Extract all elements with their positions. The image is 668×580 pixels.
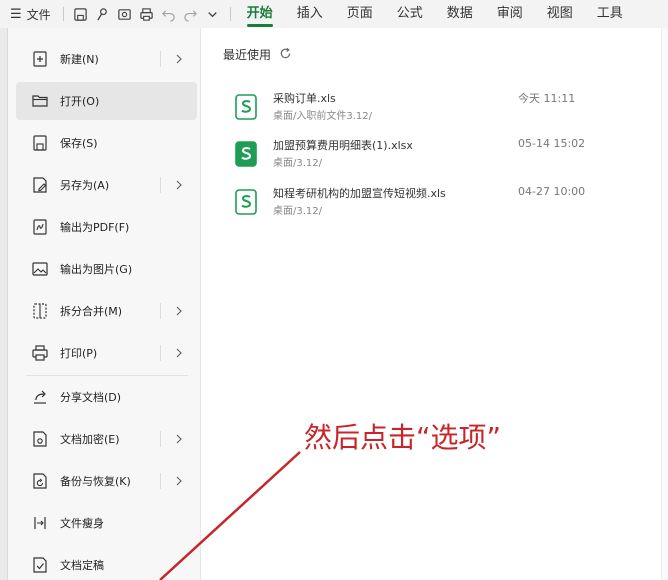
file-menu-label: 文件 (26, 7, 51, 22)
export-pdf-icon (30, 217, 50, 237)
backup-icon (30, 471, 50, 491)
finalize-icon (30, 555, 50, 575)
tab-view[interactable]: 视图 (547, 0, 573, 28)
tab-home[interactable]: 开始 (246, 0, 273, 28)
menu-divider (26, 375, 188, 376)
menu-item-label: 拆分合并(M) (60, 305, 123, 318)
file-menu-button[interactable]: ☰ 文件 (0, 0, 57, 28)
menu-item-share[interactable]: 分享文档(D) (16, 378, 197, 416)
export-image-icon (30, 259, 50, 279)
chevron-down-icon[interactable] (202, 0, 224, 28)
folder-open-icon (30, 91, 50, 111)
menu-item-label: 分享文档(D) (60, 391, 122, 404)
file-time: 05-14 15:02 (518, 137, 586, 150)
recent-file-row[interactable]: 采购订单.xls 桌面/入职前文件3.12/ 今天 11:11 (232, 88, 652, 132)
menu-item-label: 新建(N) (60, 53, 99, 66)
refresh-icon[interactable] (271, 47, 292, 63)
file-path: 桌面/3.12/ (273, 206, 323, 217)
spreadsheet-file-icon (235, 189, 257, 215)
menu-item-label: 打印(P) (60, 347, 98, 360)
save-icon[interactable] (70, 0, 92, 28)
title-toolbar: ☰ 文件 开始 插入 页面 公式 数据 审阅 视图 工具 (0, 0, 668, 28)
menu-item-export-image[interactable]: 输出为图片(G) (16, 250, 197, 288)
toolbar-divider (229, 7, 231, 21)
spreadsheet-background (0, 28, 8, 580)
menu-item-save-as[interactable]: 另存为(A) (16, 166, 197, 204)
menu-item-print[interactable]: 打印(P) (16, 334, 197, 372)
toolbar-divider (62, 7, 64, 21)
print-icon[interactable] (136, 0, 158, 28)
chevron-right-icon[interactable] (171, 476, 187, 486)
encrypt-icon (30, 429, 50, 449)
new-file-icon (30, 49, 50, 69)
slim-file-icon (30, 513, 50, 533)
print-preview-icon[interactable] (114, 0, 136, 28)
file-path: 桌面/3.12/ (273, 158, 323, 169)
tab-page[interactable]: 页面 (347, 0, 373, 28)
menu-item-label: 输出为PDF(F) (60, 221, 130, 234)
menu-item-encrypt[interactable]: 文档加密(E) (16, 420, 197, 458)
menu-item-backup[interactable]: 备份与恢复(K) (16, 462, 197, 500)
tab-tools[interactable]: 工具 (597, 0, 623, 28)
file-name: 采购订单.xls (273, 92, 336, 105)
file-name: 加盟预算费用明细表(1).xlsx (273, 139, 413, 152)
file-name: 知程考研机构的加盟宣传短视频.xls (273, 187, 446, 200)
menu-item-label: 打开(O) (60, 95, 100, 108)
tab-data[interactable]: 数据 (447, 0, 473, 28)
menu-item-label: 文档定稿 (60, 559, 104, 572)
undo-icon[interactable] (158, 0, 180, 28)
chevron-right-icon[interactable] (171, 180, 187, 190)
file-menu-panel: 新建(N) 打开(O) 保存(S) 另存为(A) 输出为PDF(F) 输出为图片 (8, 28, 201, 580)
menu-item-open[interactable]: 打开(O) (16, 82, 197, 120)
menu-item-split-merge[interactable]: 拆分合并(M) (16, 292, 197, 330)
chevron-right-icon[interactable] (171, 434, 187, 444)
ribbon-tabs: 开始 插入 页面 公式 数据 审阅 视图 工具 (246, 0, 647, 28)
menu-item-label: 文档加密(E) (60, 433, 120, 446)
menu-item-label: 文件瘦身 (60, 517, 104, 530)
split-merge-icon (30, 301, 50, 321)
file-path: 桌面/入职前文件3.12/ (273, 111, 373, 122)
file-time: 今天 11:11 (518, 92, 576, 105)
menu-item-label: 备份与恢复(K) (60, 475, 131, 488)
chevron-right-icon[interactable] (171, 54, 187, 64)
menu-item-export-pdf[interactable]: 输出为PDF(F) (16, 208, 197, 246)
file-time: 04-27 10:00 (518, 185, 586, 198)
chevron-right-icon[interactable] (171, 348, 187, 358)
menu-item-label: 输出为图片(G) (60, 263, 133, 276)
recent-file-row[interactable]: 加盟预算费用明细表(1).xlsx 桌面/3.12/ 05-14 15:02 (232, 135, 652, 179)
menu-item-slim-file[interactable]: 文件瘦身 (16, 504, 197, 542)
menu-item-label: 另存为(A) (60, 179, 110, 192)
menu-item-label: 保存(S) (60, 137, 98, 150)
spreadsheet-file-icon (235, 141, 257, 167)
menu-item-finalize[interactable]: 文档定稿 (16, 546, 197, 580)
share-icon (30, 387, 50, 407)
menu-item-new[interactable]: 新建(N) (16, 40, 197, 78)
tab-formula[interactable]: 公式 (397, 0, 423, 28)
recent-title: 最近使用 (223, 48, 272, 62)
menu-item-save[interactable]: 保存(S) (16, 124, 197, 162)
save-icon (30, 133, 50, 153)
brush-icon[interactable] (92, 0, 114, 28)
scrollbar[interactable] (661, 28, 668, 580)
tab-insert[interactable]: 插入 (297, 0, 323, 28)
recent-header: 最近使用 (223, 46, 292, 63)
redo-icon[interactable] (180, 0, 202, 28)
spreadsheet-file-icon (235, 94, 257, 120)
save-as-icon (30, 175, 50, 195)
chevron-right-icon[interactable] (171, 306, 187, 316)
recent-file-row[interactable]: 知程考研机构的加盟宣传短视频.xls 桌面/3.12/ 04-27 10:00 (232, 183, 652, 227)
annotation-text: 然后点击“选项” (304, 421, 502, 454)
hamburger-icon: ☰ (10, 6, 22, 22)
print-icon (30, 343, 50, 363)
tab-review[interactable]: 审阅 (497, 0, 523, 28)
